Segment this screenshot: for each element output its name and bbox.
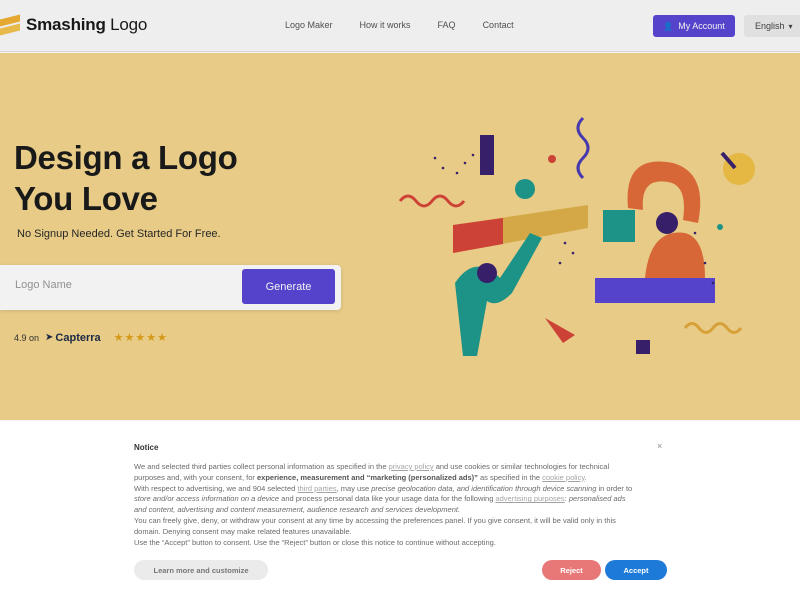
capterra-label: Capterra xyxy=(55,331,101,344)
nav-logo-maker[interactable]: Logo Maker xyxy=(285,20,333,30)
notice-body: We and selected third parties collect pe… xyxy=(134,462,639,548)
red-dot-shape xyxy=(548,155,556,163)
nav-how-it-works[interactable]: How it works xyxy=(360,20,411,30)
notice-title: Notice xyxy=(134,443,159,452)
main-nav: Logo Maker How it works FAQ Contact xyxy=(285,20,541,30)
nav-contact[interactable]: Contact xyxy=(483,20,514,30)
capterra-logo[interactable]: ➤ Capterra xyxy=(45,332,101,344)
nav-faq[interactable]: FAQ xyxy=(438,20,456,30)
hero-title-line2: You Love xyxy=(14,180,158,217)
teal-dot-shape xyxy=(717,224,723,230)
notice-paragraph-3: You can freely give, deny, or withdraw y… xyxy=(134,515,616,536)
person-left-head-shape xyxy=(477,263,497,283)
purple-squiggle-shape xyxy=(576,116,590,180)
beam-red-shape xyxy=(453,218,503,253)
red-triangle-shape xyxy=(545,318,575,343)
person-left-shape xyxy=(455,233,542,356)
logo-text: Smashing Logo xyxy=(26,15,148,34)
cookie-notice: Notice × We and selected third parties c… xyxy=(0,421,800,600)
my-account-button[interactable]: 👤 My Account xyxy=(653,15,735,37)
hero-title: Design a Logo You Love xyxy=(14,137,274,219)
person-right-head-shape xyxy=(656,212,678,234)
rating-stars-icon: ★★★★★ xyxy=(113,332,168,344)
generate-button[interactable]: Generate xyxy=(242,269,335,304)
site-logo[interactable]: Smashing Logo xyxy=(0,14,147,36)
capterra-rating: 4.9 on ➤ Capterra ★★★★★ xyxy=(14,331,168,345)
advertising-purposes-link[interactable]: advertising purposes xyxy=(495,494,564,503)
site-header: Smashing Logo Logo Maker How it works FA… xyxy=(0,0,800,52)
cookie-policy-link[interactable]: cookie policy xyxy=(542,473,584,482)
close-icon[interactable]: × xyxy=(657,441,662,451)
accept-button[interactable]: Accept xyxy=(605,560,667,580)
logo-name-form: Generate xyxy=(0,265,341,310)
hero-subtitle: No Signup Needed. Get Started For Free. xyxy=(17,228,221,240)
dark-square-shape xyxy=(636,340,650,354)
language-select[interactable]: English ▾ xyxy=(744,15,800,37)
rating-value: 4.9 on xyxy=(14,332,40,343)
language-label: English xyxy=(755,21,785,31)
chevron-down-icon: ▾ xyxy=(788,21,793,31)
third-parties-link[interactable]: third parties xyxy=(297,484,336,493)
notice-paragraph-2: With respect to advertising, we and 904 … xyxy=(134,483,633,515)
yellow-squiggle-shape xyxy=(683,322,743,334)
notice-paragraph-4: Use the “Accept” button to consent. Use … xyxy=(134,537,496,547)
learn-more-button[interactable]: Learn more and customize xyxy=(134,560,268,580)
logo-mark-icon xyxy=(0,14,20,36)
my-account-label: My Account xyxy=(678,21,725,31)
hero-section: Design a Logo You Love No Signup Needed.… xyxy=(0,53,800,420)
user-icon: 👤 xyxy=(663,21,674,31)
dark-bar-shape xyxy=(480,135,494,175)
red-squiggle-shape xyxy=(398,194,466,208)
privacy-policy-link[interactable]: privacy policy xyxy=(389,462,434,471)
notice-paragraph-1: We and selected third parties collect pe… xyxy=(134,462,610,482)
reject-button[interactable]: Reject xyxy=(542,560,601,580)
hero-title-line1: Design a Logo xyxy=(14,139,238,176)
purple-block-shape xyxy=(595,278,715,303)
capterra-arrow-icon: ➤ xyxy=(45,332,54,343)
person-right-shape xyxy=(645,232,705,278)
hero-illustration xyxy=(398,116,755,356)
teal-circle-shape xyxy=(515,179,535,199)
teal-square-shape xyxy=(603,210,635,242)
logo-name-input[interactable] xyxy=(15,279,215,291)
